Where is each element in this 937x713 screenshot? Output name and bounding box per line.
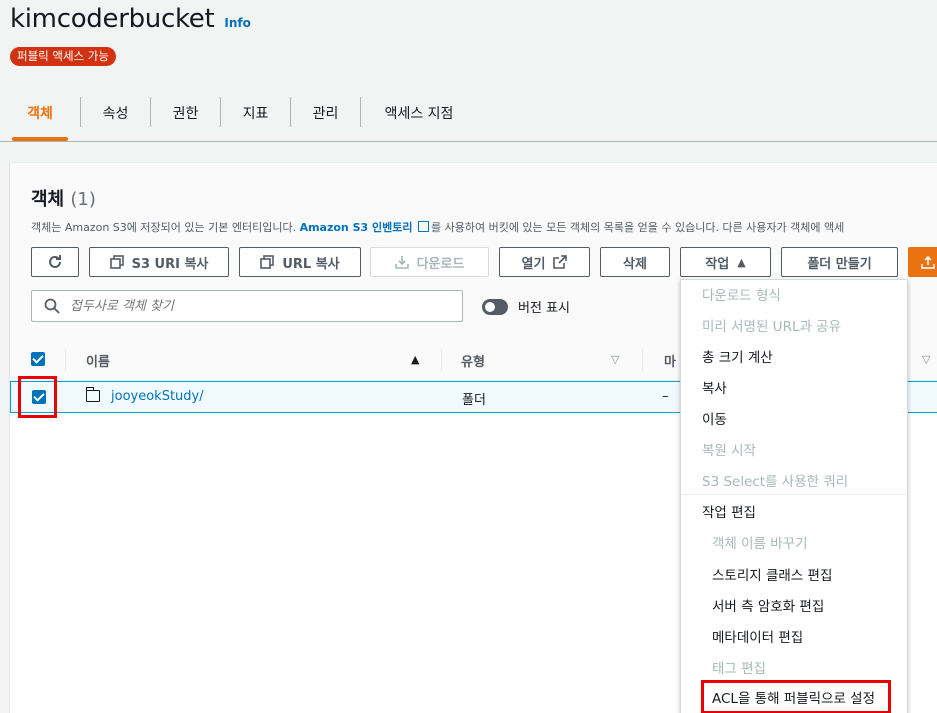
highlight-checkbox-annotation [18,376,57,418]
info-link[interactable]: Info [224,16,250,30]
download-label: 다운로드 [416,256,465,272]
menu-group-edit-actions: 작업 편집 [702,505,756,521]
column-divider [65,349,66,371]
object-search [31,290,463,322]
tab-objects[interactable]: 객체 [12,98,68,128]
open-label: 열기 [521,256,546,272]
sort-icon[interactable]: ▽ [922,353,930,366]
menu-item-calculate-total-size[interactable]: 총 크기 계산 [702,346,773,366]
menu-item-initiate-restore[interactable]: 복원 시작 [702,439,756,459]
copy-icon [260,255,275,269]
menu-item-share-presigned-url[interactable]: 미리 서명된 URL과 공유 [702,315,841,335]
menu-item-edit-storage-class[interactable]: 스토리지 클래스 편집 [712,564,832,584]
create-folder-button[interactable]: 폴더 만들기 [781,247,898,277]
objects-title: 객체 (1) [31,185,96,211]
menu-item-move[interactable]: 이동 [702,408,727,428]
copy-url-label: URL 복사 [282,256,340,272]
menu-divider [681,494,907,495]
active-tab-indicator [12,137,68,141]
copy-s3-uri-label: S3 URI 복사 [131,256,209,272]
open-button[interactable]: 열기 [499,247,590,277]
inventory-link[interactable]: Amazon S3 인벤토리 [300,221,413,234]
actions-label: 작업 [705,256,730,272]
tab-properties[interactable]: 속성 [81,98,150,128]
sort-icon[interactable]: ▽ [611,353,619,366]
column-last-modified[interactable]: 마 [664,351,676,370]
tab-access-points[interactable]: 액세스 지점 [361,98,477,128]
column-divider [642,349,643,371]
object-type: 폴더 [462,393,486,408]
caret-up-icon: ▲ [737,255,746,269]
column-name[interactable]: 이름 [86,351,110,370]
menu-item-rename-object[interactable]: 객체 이름 바꾸기 [712,532,808,552]
objects-count: (1) [70,189,96,210]
create-folder-label: 폴더 만들기 [807,256,872,272]
menu-item-edit-server-side-encryption[interactable]: 서버 측 암호화 편집 [712,595,824,615]
copy-url-button[interactable]: URL 복사 [239,247,361,277]
menu-item-download-as[interactable]: 다운로드 형식 [702,284,781,304]
tab-permissions[interactable]: 권한 [151,98,220,128]
tab-metrics[interactable]: 지표 [221,98,290,128]
sort-ascending-icon[interactable]: ▲ [411,353,419,366]
tab-bar: 객체 속성 권한 지표 관리 액세스 지점 [0,86,937,142]
description-text-rest: 를 사용하여 버킷에 있는 모든 객체의 목록을 얻을 수 있습니다. 다른 사… [430,221,845,234]
download-icon [394,256,409,269]
actions-button[interactable]: 작업 ▲ [680,247,771,277]
description-text: 객체는 Amazon S3에 저장되어 있는 기본 엔터티입니다. [31,221,300,234]
objects-title-text: 객체 [31,189,65,210]
bucket-name: kimcoderbucket [10,4,215,34]
object-name-link[interactable]: jooyeokStudy/ [111,389,204,404]
object-last-modified: – [662,389,669,404]
external-link-icon [417,221,429,232]
menu-item-copy[interactable]: 복사 [702,377,727,397]
public-access-badge: 퍼블릭 액세스 가능 [10,47,116,66]
folder-icon [85,387,100,402]
delete-label: 삭제 [623,256,647,272]
menu-item-edit-metadata[interactable]: 메타데이터 편집 [712,626,803,646]
show-versions-toggle[interactable] [482,298,508,315]
refresh-icon [49,255,61,268]
search-input[interactable] [70,298,430,314]
show-versions: 버전 표시 [482,297,570,316]
column-type[interactable]: 유형 [461,351,485,370]
actions-dropdown-menu: 다운로드 형식 미리 서명된 URL과 공유 총 크기 계산 복사 이동 복원 … [680,279,908,713]
external-link-icon [553,255,568,269]
title-row: kimcoderbucket Info [10,4,251,34]
menu-item-edit-tags[interactable]: 태그 편집 [712,657,766,677]
copy-s3-uri-button[interactable]: S3 URI 복사 [89,247,229,277]
download-button[interactable]: 다운로드 [370,247,489,277]
show-versions-label: 버전 표시 [518,301,570,316]
column-divider [441,349,442,371]
highlight-acl-annotation [701,680,891,713]
upload-button[interactable] [908,247,937,277]
upload-icon [921,255,935,269]
delete-button[interactable]: 삭제 [600,247,670,277]
search-icon [44,298,60,314]
copy-icon [109,255,124,269]
refresh-button[interactable] [31,247,79,277]
tab-management[interactable]: 관리 [291,98,360,128]
menu-item-query-s3-select[interactable]: S3 Select를 사용한 쿼리 [702,470,848,490]
objects-description: 객체는 Amazon S3에 저장되어 있는 기본 엔터티입니다. Amazon… [31,219,844,235]
select-all-checkbox[interactable] [31,352,45,366]
